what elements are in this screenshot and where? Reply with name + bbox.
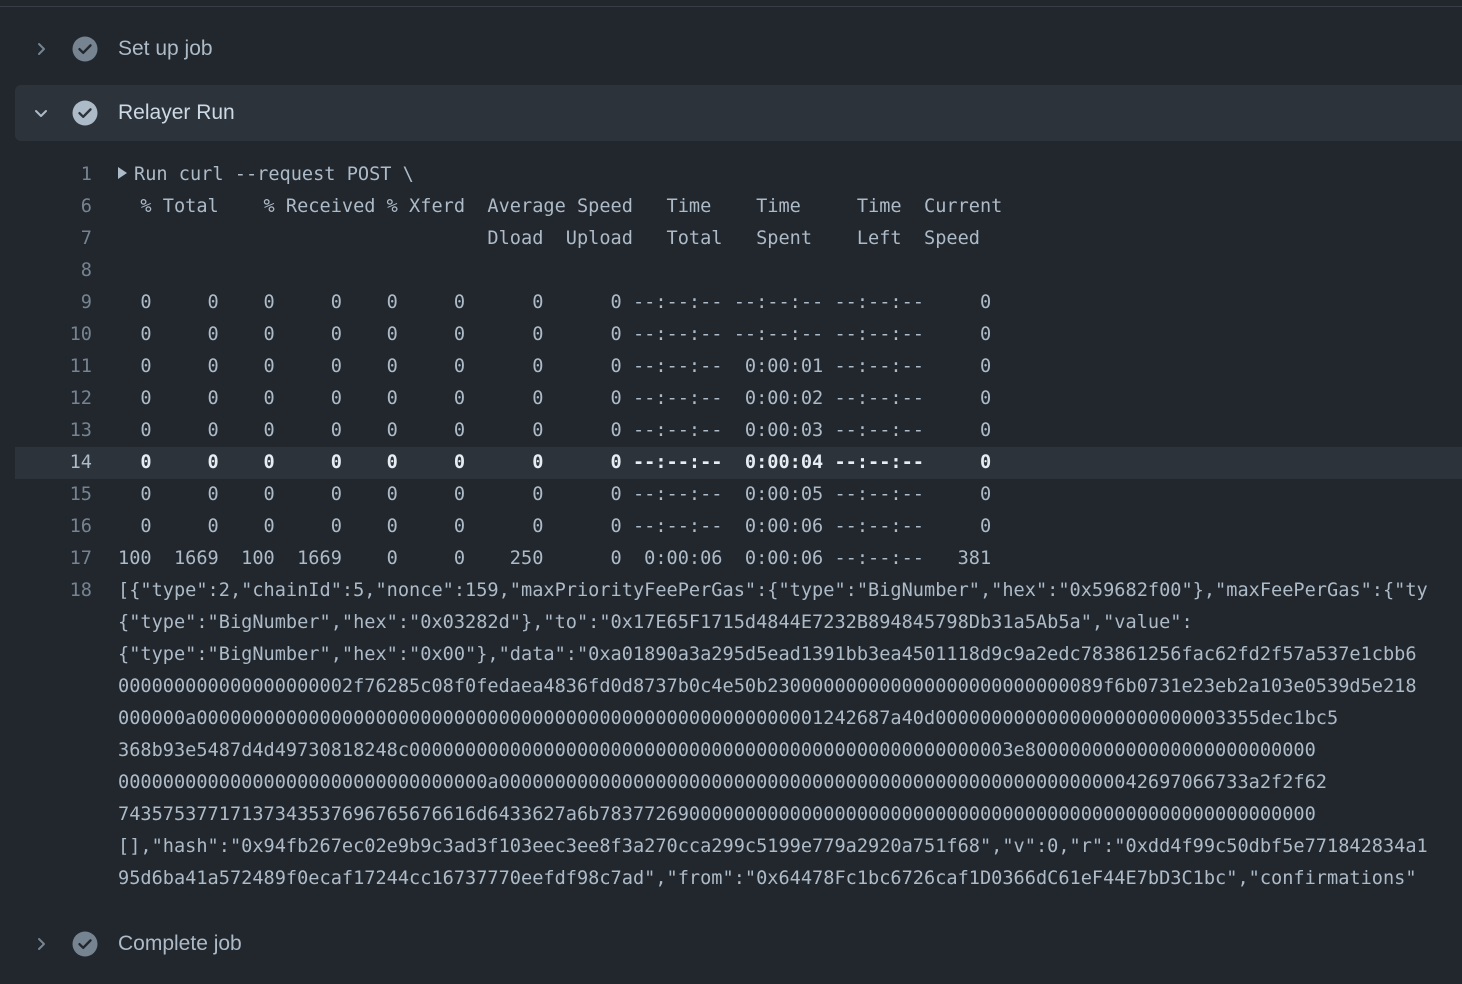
log-text: 0 0 0 0 0 0 0 0 --:--:-- 0:00:01 --:--:-… — [118, 356, 992, 377]
log-text: 0 0 0 0 0 0 0 0 --:--:-- 0:00:06 --:--:-… — [118, 516, 992, 537]
line-number[interactable]: 8 — [15, 255, 92, 287]
log-line-text: 0 0 0 0 0 0 0 0 --:--:-- 0:00:02 --:--:-… — [118, 383, 1462, 415]
step-setup-job[interactable]: Set up job — [15, 21, 1462, 77]
log-line: 10 0 0 0 0 0 0 0 0 --:--:-- --:--:-- --:… — [15, 319, 1462, 351]
check-circle-icon — [72, 931, 98, 957]
log-text: 100 1669 100 1669 0 0 250 0 0:00:06 0:00… — [118, 548, 992, 569]
log-line-text: % Total % Received % Xferd Average Speed… — [118, 191, 1462, 223]
log-text: 0 0 0 0 0 0 0 0 --:--:-- 0:00:05 --:--:-… — [118, 484, 992, 505]
log-line: 11 0 0 0 0 0 0 0 0 --:--:-- 0:00:01 --:-… — [15, 351, 1462, 383]
log-line-text: 0 0 0 0 0 0 0 0 --:--:-- 0:00:05 --:--:-… — [118, 479, 1462, 511]
log-wrapped-segment: 000000000000000000000000000000000a000000… — [118, 772, 1327, 793]
line-number[interactable]: 1 — [15, 159, 92, 191]
log-text: 0 0 0 0 0 0 0 0 --:--:-- --:--:-- --:--:… — [118, 324, 992, 345]
log-line-text: 0 0 0 0 0 0 0 0 --:--:-- --:--:-- --:--:… — [118, 287, 1462, 319]
line-number[interactable]: 6 — [15, 191, 92, 223]
log-line: 12 0 0 0 0 0 0 0 0 --:--:-- 0:00:02 --:-… — [15, 383, 1462, 415]
log-text: Dload Upload Total Spent Left Speed — [118, 228, 980, 249]
line-number[interactable]: 11 — [15, 351, 92, 383]
log-wrapped-segment: [],"hash":"0x94fb267ec02e9b9c3ad3f103eec… — [118, 836, 1428, 857]
log-text: 0 0 0 0 0 0 0 0 --:--:-- 0:00:03 --:--:-… — [118, 420, 992, 441]
log-line-text: 0 0 0 0 0 0 0 0 --:--:-- 0:00:04 --:--:-… — [118, 447, 1462, 479]
check-circle-icon — [72, 100, 98, 126]
log-text: Run curl --request POST \ — [134, 164, 414, 185]
log-line: 7 Dload Upload Total Spent Left Speed — [15, 223, 1462, 255]
log-line-text: 100 1669 100 1669 0 0 250 0 0:00:06 0:00… — [118, 543, 1462, 575]
line-number[interactable]: 7 — [15, 223, 92, 255]
log-wrapped-segment: 368b93e5487d4d49730818248c00000000000000… — [118, 740, 1316, 761]
log-line: 8 — [15, 255, 1462, 287]
log-line: 13 0 0 0 0 0 0 0 0 --:--:-- 0:00:03 --:-… — [15, 415, 1462, 447]
log-group-line[interactable]: 1 Run curl --request POST \ — [15, 159, 1462, 191]
log-line: 9 0 0 0 0 0 0 0 0 --:--:-- --:--:-- --:-… — [15, 287, 1462, 319]
line-number[interactable]: 14 — [15, 447, 92, 479]
log-wrapped-segment: 000000000000000000002f76285c08f0fedaea48… — [118, 676, 1417, 697]
line-number[interactable]: 15 — [15, 479, 92, 511]
line-number[interactable]: 18 — [15, 575, 92, 607]
triangle-right-icon[interactable] — [118, 167, 127, 179]
line-number[interactable]: 13 — [15, 415, 92, 447]
log-wrapped-segment: 95d6ba41a572489f0ecaf17244cc16737770eefd… — [118, 868, 1417, 889]
line-number[interactable]: 12 — [15, 383, 92, 415]
log-line-text: 0 0 0 0 0 0 0 0 --:--:-- 0:00:06 --:--:-… — [118, 511, 1462, 543]
log-output: 1 Run curl --request POST \ 6 % Total % Re… — [15, 159, 1462, 895]
log-line: 14 0 0 0 0 0 0 0 0 --:--:-- 0:00:04 --:-… — [15, 447, 1462, 479]
log-line-text: 0 0 0 0 0 0 0 0 --:--:-- 0:00:03 --:--:-… — [118, 415, 1462, 447]
log-line: 17 100 1669 100 1669 0 0 250 0 0:00:06 0:… — [15, 543, 1462, 575]
log-text: % Total % Received % Xferd Average Speed… — [118, 196, 1003, 217]
log-line-text: 0 0 0 0 0 0 0 0 --:--:-- 0:00:01 --:--:-… — [118, 351, 1462, 383]
log-text: 0 0 0 0 0 0 0 0 --:--:-- 0:00:02 --:--:-… — [118, 388, 992, 409]
step-title: Set up job — [118, 37, 213, 60]
log-line-wrapped: 18 [{"type":2,"chainId":5,"nonce":159,"ma… — [15, 575, 1462, 895]
log-line: 16 0 0 0 0 0 0 0 0 --:--:-- 0:00:06 --:-… — [15, 511, 1462, 543]
chevron-right-icon — [38, 43, 45, 55]
step-relayer-run[interactable]: Relayer Run — [15, 85, 1462, 141]
log-line: 6 % Total % Received % Xferd Average Spe… — [15, 191, 1462, 223]
log-text: 0 0 0 0 0 0 0 0 --:--:-- --:--:-- --:--:… — [118, 292, 992, 313]
line-number[interactable]: 9 — [15, 287, 92, 319]
line-number[interactable]: 16 — [15, 511, 92, 543]
log-wrapped-segment: {"type":"BigNumber","hex":"0x03282d"},"t… — [118, 612, 1193, 633]
step-title: Relayer Run — [118, 101, 235, 124]
line-number[interactable]: 10 — [15, 319, 92, 351]
log-text: 0 0 0 0 0 0 0 0 --:--:-- 0:00:04 --:--:-… — [118, 452, 992, 473]
log-wrapped-segment: [{"type":2,"chainId":5,"nonce":159,"maxP… — [118, 580, 1428, 601]
log-wrapped-segment: {"type":"BigNumber","hex":"0x00"},"data"… — [118, 644, 1417, 665]
line-number[interactable]: 17 — [15, 543, 92, 575]
log-line-text: Dload Upload Total Spent Left Speed — [118, 223, 1462, 255]
log-line-text: 0 0 0 0 0 0 0 0 --:--:-- --:--:-- --:--:… — [118, 319, 1462, 351]
top-divider — [0, 6, 1462, 7]
step-complete-job[interactable]: Complete job — [15, 916, 1462, 972]
log-wrapped-segment: 74357537717137343537696765676616d6433627… — [118, 804, 1316, 825]
check-circle-icon — [72, 36, 98, 62]
chevron-right-icon — [38, 938, 45, 950]
log-line: 15 0 0 0 0 0 0 0 0 --:--:-- 0:00:05 --:-… — [15, 479, 1462, 511]
log-line-text: Run curl --request POST \ — [118, 159, 1462, 191]
log-wrapped-segment: 000000a000000000000000000000000000000000… — [118, 708, 1339, 729]
chevron-down-icon — [35, 110, 47, 117]
step-title: Complete job — [118, 932, 242, 955]
